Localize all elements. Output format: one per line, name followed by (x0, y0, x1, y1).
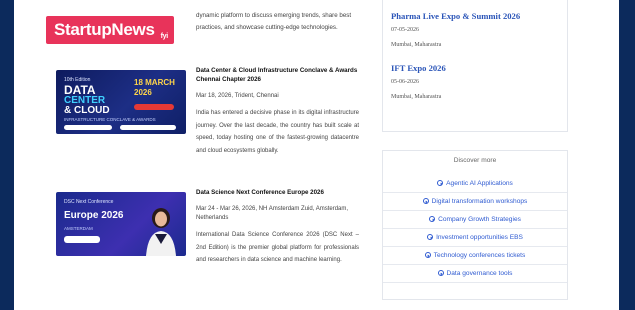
expo-location: Mumbai, Maharastra (391, 42, 442, 48)
expo-location: Mumbai, Maharastra (391, 94, 442, 100)
search-icon (422, 198, 429, 204)
intro-text: dynamic platform to discuss emerging tre… (196, 12, 352, 31)
discover-link[interactable]: Investment opportunities EBS (383, 229, 567, 247)
discover-link[interactable]: Company Growth Strategies (383, 211, 567, 229)
logo-suffix: fyi (160, 32, 169, 40)
thumb-sponsor-bar (64, 125, 112, 130)
discover-link[interactable]: Technology conferences tickets (383, 247, 567, 265)
thumb-sub: INFRASTRUCTURE CONCLAVE & AWARDS (64, 117, 156, 122)
search-icon (437, 270, 444, 276)
event-thumbnail[interactable]: DSC Next Conference Europe 2026 AMSTERDA… (56, 192, 186, 256)
event-meta: Mar 18, 2026, Trident, Chennai (196, 93, 279, 99)
page-content: StartupNews fyi dynamic platform to disc… (14, 0, 619, 310)
sidebar: Pharma Live Expo & Summit 2026 07-05-202… (376, 0, 619, 310)
discover-link-label: Technology conferences tickets (433, 252, 526, 259)
discover-link[interactable]: Agentic AI Applications (383, 175, 567, 193)
event-meta: Mar 24 - Mar 26, 2026, NH Amsterdam Zuid… (196, 206, 349, 221)
discover-link[interactable]: Digital transformation workshops (383, 193, 567, 211)
discover-link-label: Company Growth Strategies (438, 216, 521, 223)
events-column: StartupNews fyi dynamic platform to disc… (14, 0, 374, 310)
event-description: India has entered a decisive phase in it… (196, 110, 359, 154)
thumb-line: & CLOUD (64, 105, 110, 116)
thumb-sponsor-bar (120, 125, 176, 130)
discover-link-label: Agentic AI Applications (446, 180, 513, 187)
thumb-line: Europe 2026 (64, 210, 124, 221)
discover-title: Discover more (453, 157, 497, 164)
discover-link-label: Digital transformation workshops (431, 198, 528, 205)
thumb-button (64, 236, 100, 243)
thumb-sub: AMSTERDAM (64, 226, 93, 231)
search-icon (424, 252, 431, 258)
event-thumbnail[interactable]: 10th Edition DATA CENTER & CLOUD INFRAST… (56, 70, 186, 134)
expo-title[interactable]: Pharma Live Expo & Summit 2026 (391, 10, 559, 22)
expo-list: Pharma Live Expo & Summit 2026 07-05-202… (382, 0, 568, 132)
thumb-date: 18 MARCH 2026 (134, 78, 175, 97)
expo-date: 05-06-2026 (391, 79, 419, 85)
event-description: International Data Science Conference 20… (196, 232, 359, 263)
event-body: Data Science Next Conference Europe 2026… (196, 188, 359, 267)
event-body: Data Center & Cloud Infrastructure Concl… (196, 66, 359, 157)
expo-date: 07-05-2026 (391, 27, 419, 33)
expo-title[interactable]: IFT Expo 2026 (391, 62, 559, 74)
expo-item: IFT Expo 2026 05-06-2026 Mumbai, Maharas… (391, 62, 559, 102)
discover-more-box: Discover more Agentic AI Applications Di… (382, 150, 568, 300)
startupnews-logo[interactable]: StartupNews fyi (46, 16, 174, 44)
thumb-badge (134, 104, 174, 110)
logo-text: StartupNews (54, 20, 155, 39)
discover-link-label: Data governance tools (446, 270, 513, 277)
discover-link-label: Investment opportunities EBS (436, 234, 523, 241)
search-icon (437, 180, 444, 186)
discover-link[interactable]: Data governance tools (383, 265, 567, 283)
search-icon (427, 234, 434, 240)
event-title[interactable]: Data Center & Cloud Infrastructure Concl… (196, 66, 359, 84)
speaker-photo (144, 204, 178, 256)
expo-item: Pharma Live Expo & Summit 2026 07-05-202… (391, 10, 559, 50)
search-icon (429, 216, 436, 222)
thumb-tag: DSC Next Conference (64, 199, 114, 205)
event-title[interactable]: Data Science Next Conference Europe 2026 (196, 188, 359, 197)
